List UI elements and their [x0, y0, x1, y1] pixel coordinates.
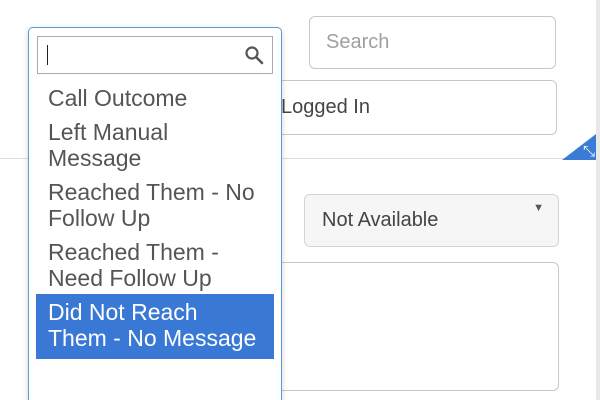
dropdown-options: Call Outcome Left Manual Message Reached…	[36, 80, 274, 359]
availability-selected-value: Not Available	[322, 209, 439, 231]
dropdown-option-highlighted[interactable]: Did Not Reach Them - No Message	[36, 294, 274, 359]
search-input[interactable]	[309, 16, 556, 69]
notes-textarea[interactable]	[262, 262, 559, 391]
dropdown-option[interactable]: Left Manual Message	[36, 114, 274, 174]
dropdown-search-input[interactable]	[38, 37, 238, 73]
dropdown-search-field[interactable]	[37, 36, 273, 74]
call-outcome-dropdown: Call Outcome Left Manual Message Reached…	[28, 27, 282, 400]
availability-select[interactable]: Not Available ▼	[304, 194, 559, 247]
dropdown-option[interactable]: Call Outcome	[36, 80, 274, 114]
search-icon	[244, 45, 264, 65]
text-cursor	[47, 45, 48, 65]
resize-arrows-icon: ⤡	[582, 143, 595, 160]
right-panel-edge	[596, 0, 600, 400]
dropdown-option[interactable]: Reached Them - No Follow Up	[36, 174, 274, 234]
dropdown-option[interactable]: Reached Them - Need Follow Up	[36, 234, 274, 294]
status-field[interactable]: Logged In	[250, 80, 557, 135]
caret-down-icon: ▼	[533, 202, 544, 214]
resize-handle[interactable]: ⤡	[556, 134, 596, 160]
status-value: Logged In	[281, 96, 370, 118]
